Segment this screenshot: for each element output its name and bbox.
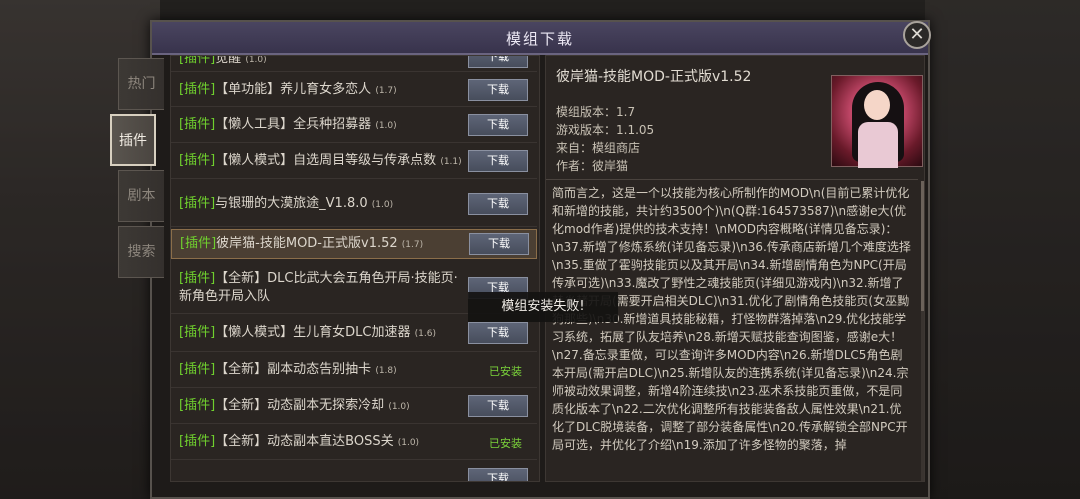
download-button[interactable]: 下载 — [468, 150, 528, 172]
mod-list: [插件]觉醒 (1.0) 下载 [插件]【单功能】养儿育女多恋人 (1.7) 下… — [170, 55, 540, 482]
mod-version: 模组版本：1.7 — [556, 105, 636, 119]
source: 来自：模组商店 — [556, 141, 641, 155]
toast-message: 模组安装失败! — [468, 292, 618, 322]
dialog-title: 模组下载 — [505, 30, 574, 48]
dialog-header: 模组下载 — [152, 22, 928, 55]
installed-label: 已安装 — [489, 365, 522, 378]
tab-plugins[interactable]: 插件 — [110, 114, 156, 166]
list-item-selected[interactable]: [插件]彼岸猫-技能MOD-正式版v1.52 (1.7) 下载 — [171, 229, 537, 259]
installed-label: 已安装 — [489, 437, 522, 450]
close-button[interactable]: ✕ — [903, 21, 931, 49]
tab-search[interactable]: 搜索 — [118, 226, 164, 278]
detail-title: 彼岸猫-技能MOD-正式版v1.52 — [556, 69, 752, 85]
mod-description[interactable]: 简而言之，这是一个以技能为核心所制作的MOD\n(目前已累计优化和新增的技能，共… — [546, 179, 918, 481]
mod-name: [插件]【全新】DLC比武大会五角色开局·技能页· 新角色开局入队 — [179, 271, 458, 304]
game-version: 游戏版本：1.1.05 — [556, 123, 655, 137]
mod-name: [插件]【全新】副本动态告别抽卡 (1.8) — [179, 362, 397, 377]
mod-name: [插件]【懒人模式】自选周目等级与传承点数 (1.1) — [179, 153, 462, 168]
download-button[interactable]: 下载 — [468, 56, 528, 68]
list-item[interactable]: [插件]【懒人模式】自选周目等级与传承点数 (1.1) 下载 — [171, 143, 537, 179]
download-button[interactable]: 下载 — [468, 193, 528, 215]
list-item[interactable]: [插件]【全新】动态副本无探索冷却 (1.0) 下载 — [171, 388, 537, 424]
author: 作者：彼岸猫 — [556, 159, 629, 173]
tab-hot[interactable]: 热门 — [118, 58, 164, 110]
list-item[interactable]: [插件]觉醒 (1.0) 下载 — [171, 55, 537, 72]
scrollbar-thumb[interactable] — [921, 181, 924, 311]
list-item[interactable]: [插件]【全新】动态副本直达BOSS关 (1.0) 已安装 — [171, 424, 537, 460]
tab-scripts[interactable]: 剧本 — [118, 170, 164, 222]
download-button[interactable]: 下载 — [468, 322, 528, 344]
list-item[interactable]: [插件]【全新】副本动态告别抽卡 (1.8) 已安装 — [171, 352, 537, 388]
mod-name: [插件]觉醒 (1.0) — [179, 55, 267, 66]
download-button[interactable]: 下载 — [468, 114, 528, 136]
close-icon: ✕ — [909, 24, 925, 45]
description-scrollbar[interactable] — [921, 181, 924, 481]
mod-name: [插件]【懒人模式】生儿育女DLC加速器 (1.6) — [179, 325, 436, 340]
mod-name: [插件]【懒人工具】全兵种招募器 (1.0) — [179, 117, 397, 132]
list-item[interactable]: [插件]【单功能】养儿育女多恋人 (1.7) 下载 — [171, 72, 537, 107]
download-button[interactable]: 下载 — [468, 79, 528, 101]
download-button[interactable]: 下载 — [469, 233, 529, 255]
mod-name: [插件]【全新】动态副本直达BOSS关 (1.0) — [179, 434, 420, 449]
list-item[interactable]: [插件]【懒人工具】全兵种招募器 (1.0) 下载 — [171, 107, 537, 143]
mod-detail-panel: 彼岸猫-技能MOD-正式版v1.52 模组版本：1.7 游戏版本：1.1.05 … — [545, 55, 925, 482]
mod-name: [插件]彼岸猫-技能MOD-正式版v1.52 (1.7) — [180, 236, 424, 251]
mod-thumbnail — [831, 75, 923, 168]
download-button[interactable]: 下载 — [468, 395, 528, 417]
list-item[interactable]: 下载 — [171, 460, 537, 481]
download-button[interactable]: 下载 — [468, 468, 528, 481]
mod-name: [插件]【单功能】养儿育女多恋人 (1.7) — [179, 82, 397, 97]
mod-name: [插件]【全新】动态副本无探索冷却 (1.0) — [179, 398, 410, 413]
list-item[interactable]: [插件]与银珊的大漠旅途_V1.8.0 (1.0) 下载 — [171, 179, 537, 227]
mod-name: [插件]与银珊的大漠旅途_V1.8.0 (1.0) — [179, 196, 394, 211]
